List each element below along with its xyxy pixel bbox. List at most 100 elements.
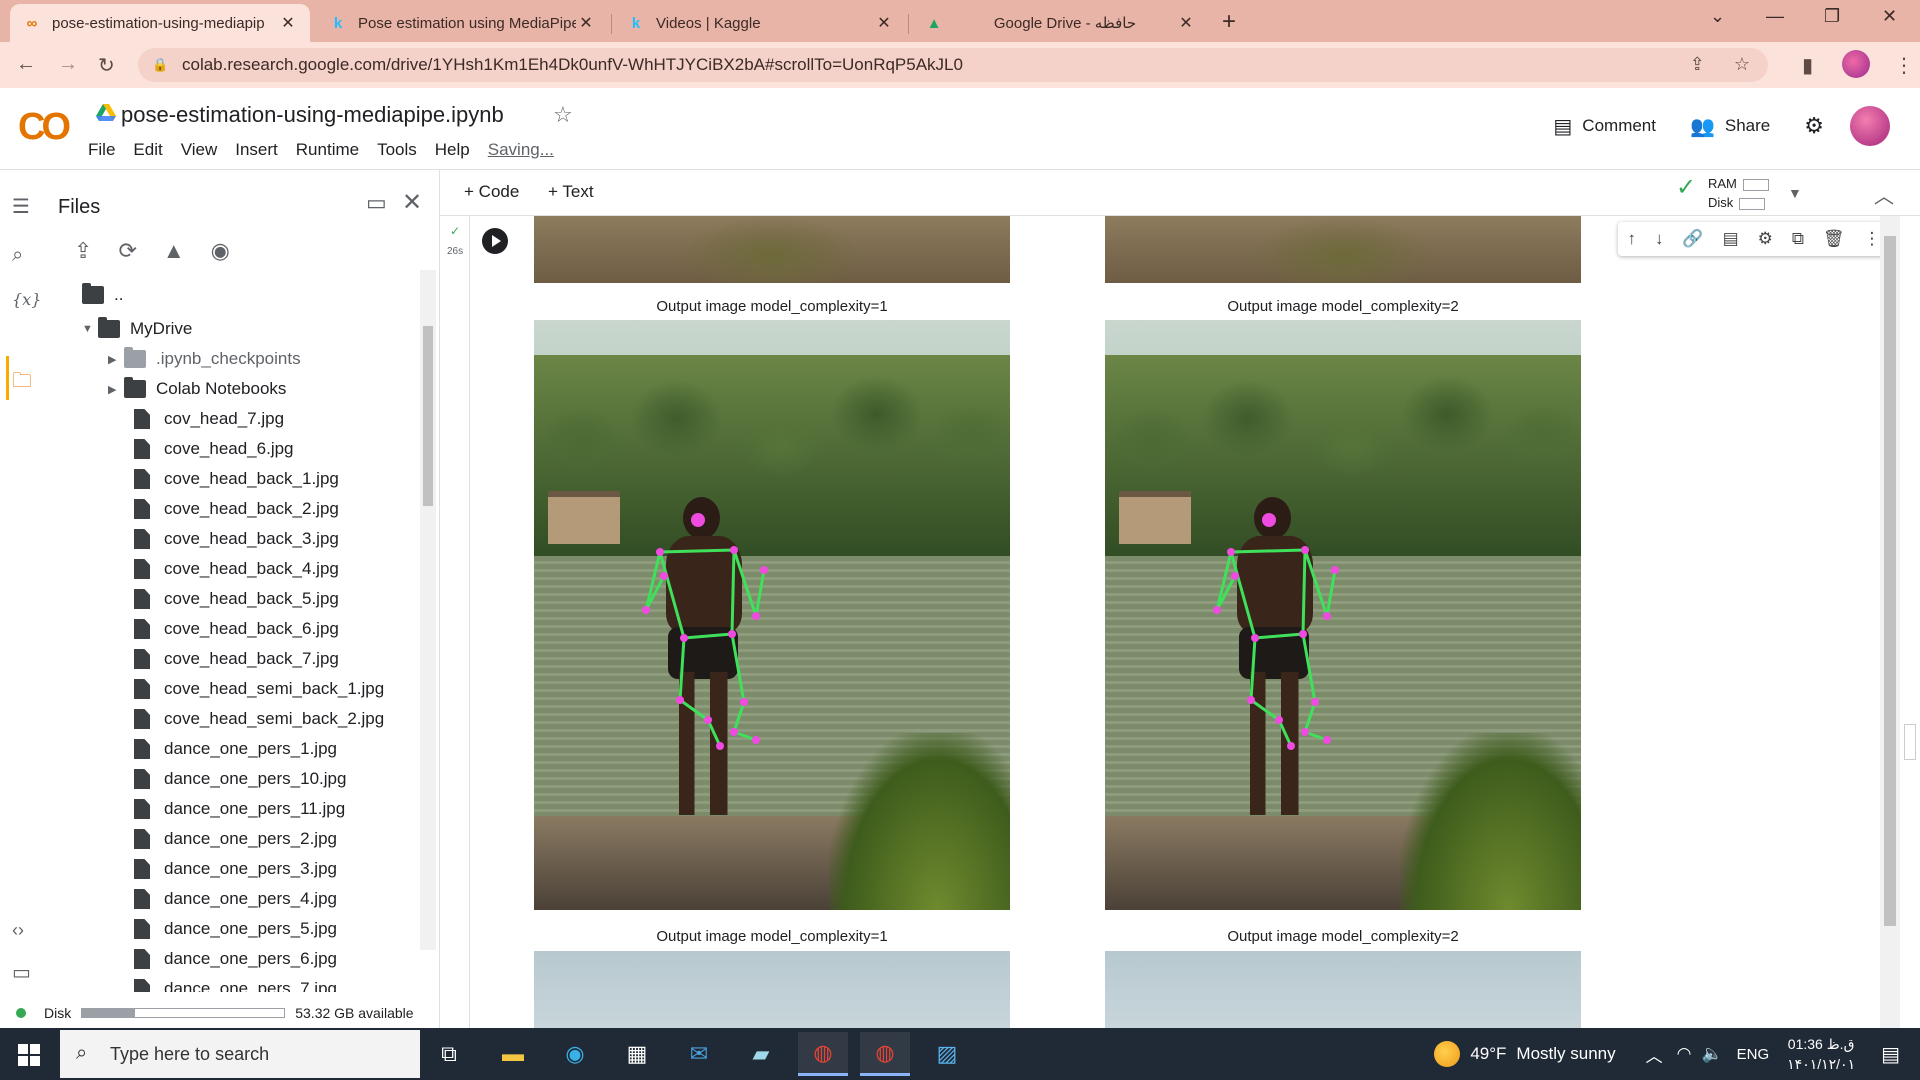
search-icon[interactable]: ⌕ [12, 244, 23, 267]
chrome-icon[interactable]: ◍ [798, 1032, 848, 1076]
tree-folder-colab-notebooks[interactable]: ▶ Colab Notebooks [108, 376, 286, 402]
comment-icon[interactable]: ▤ [1723, 229, 1739, 249]
menu-tools[interactable]: Tools [377, 140, 417, 160]
windows-start-icon[interactable] [18, 1044, 40, 1066]
tab-colab[interactable]: ∞ pose-estimation-using-mediapip ✕ [10, 4, 310, 42]
star-icon[interactable]: ☆ [553, 102, 573, 128]
bookmark-star-icon[interactable]: ☆ [1734, 54, 1750, 74]
cell-settings-gear-icon[interactable]: ⚙ [1758, 229, 1773, 249]
tree-file[interactable]: cove_head_back_3.jpg [134, 526, 339, 552]
microsoft-store-icon[interactable]: ▦ [612, 1032, 662, 1076]
chevron-right-icon[interactable]: ▶ [108, 353, 124, 366]
show-hidden-icons-chevron-icon[interactable]: ︿ [1646, 1042, 1663, 1067]
tree-file[interactable]: cove_head_back_5.jpg [134, 586, 339, 612]
tree-file[interactable]: cove_head_back_7.jpg [134, 646, 339, 672]
volume-icon[interactable]: 🔈 [1701, 1044, 1722, 1064]
new-tab-plus-icon[interactable]: + [1222, 8, 1236, 36]
share-button[interactable]: 👥 Share [1690, 114, 1770, 139]
task-view-icon[interactable]: ⧉ [424, 1032, 474, 1076]
taskbar-search[interactable]: ⌕ Type here to search [60, 1030, 420, 1078]
comment-button[interactable]: ▤ Comment [1553, 114, 1656, 139]
notebook-scrollbar[interactable] [1880, 216, 1900, 1028]
move-down-icon[interactable]: ↓ [1655, 229, 1664, 249]
close-icon[interactable]: ✕ [576, 13, 596, 33]
tree-parent-folder[interactable]: .. [82, 282, 123, 308]
tree-file[interactable]: dance_one_pers_5.jpg [134, 916, 337, 942]
tab-search-chevron-icon[interactable]: ⌄ [1710, 6, 1725, 27]
close-panel-icon[interactable]: ✕ [402, 188, 422, 217]
chrome-profile-icon[interactable]: ◍ [860, 1032, 910, 1076]
chevron-down-icon[interactable]: ▼ [82, 323, 98, 335]
clock[interactable]: 01:36 ق.ظ ۱۴۰۱/۱۲/۰۱ [1787, 1034, 1855, 1074]
chevron-right-icon[interactable]: ▶ [108, 383, 124, 396]
drive-icon[interactable] [96, 104, 116, 122]
weather-temp[interactable]: 49°F [1470, 1044, 1506, 1064]
add-text-button[interactable]: + Text [548, 182, 594, 202]
minimize-icon[interactable]: — [1766, 6, 1784, 27]
close-icon[interactable]: ✕ [874, 13, 894, 33]
tree-file[interactable]: cove_head_back_2.jpg [134, 496, 339, 522]
wifi-icon[interactable]: ◠ [1677, 1044, 1692, 1064]
tree-file[interactable]: dance_one_pers_6.jpg [134, 946, 337, 972]
browser-profile-avatar[interactable] [1842, 50, 1870, 78]
menu-edit[interactable]: Edit [133, 140, 162, 160]
tree-file[interactable]: cove_head_back_6.jpg [134, 616, 339, 642]
tree-file[interactable]: dance_one_pers_1.jpg [134, 736, 337, 762]
tree-folder-mydrive[interactable]: ▼ MyDrive [82, 316, 192, 342]
browser-menu-icon[interactable]: ⋮ [1894, 53, 1914, 78]
tab-kaggle-videos[interactable]: k Videos | Kaggle ✕ [614, 4, 906, 42]
refresh-folder-icon[interactable]: ⟳ [118, 238, 136, 264]
file-tree-scrollbar[interactable] [420, 270, 436, 950]
tab-google-drive[interactable]: ▲ Google Drive - حافظه ✕ [912, 4, 1208, 42]
files-folder-icon[interactable]: 🗀 [12, 366, 32, 400]
language-indicator[interactable]: ENG [1737, 1046, 1770, 1063]
run-cell-button[interactable] [482, 228, 508, 254]
saving-status[interactable]: Saving... [488, 140, 554, 160]
edge-browser-icon[interactable]: ◉ [550, 1032, 600, 1076]
tree-file[interactable]: cove_head_back_1.jpg [134, 466, 339, 492]
colab-logo[interactable]: CO [18, 106, 71, 149]
mirror-cell-icon[interactable]: ⧉ [1792, 229, 1804, 249]
outer-scroll-thumb[interactable] [1904, 724, 1916, 760]
tab-kaggle-pose[interactable]: k Pose estimation using MediaPipe ✕ [316, 4, 608, 42]
mail-icon[interactable]: ✉ [674, 1032, 724, 1076]
tree-file[interactable]: dance_one_pers_2.jpg [134, 826, 337, 852]
menu-insert[interactable]: Insert [235, 140, 278, 160]
code-snippets-icon[interactable]: ‹› [12, 920, 24, 941]
tree-file[interactable]: dance_one_pers_7.jpg [134, 976, 337, 992]
more-options-icon[interactable]: ⋮ [1863, 229, 1880, 249]
address-bar[interactable]: 🔒 colab.research.google.com/drive/1YHsh1… [138, 48, 1768, 82]
link-icon[interactable]: 🔗 [1682, 229, 1703, 249]
account-avatar[interactable] [1850, 106, 1890, 146]
mount-drive-icon[interactable]: ▲ [163, 238, 185, 264]
tree-file[interactable]: cove_head_semi_back_1.jpg [134, 676, 384, 702]
terminal-icon[interactable]: ▭ [12, 960, 31, 985]
move-up-icon[interactable]: ↑ [1627, 229, 1636, 249]
tree-file[interactable]: cov_head_7.jpg [134, 406, 284, 432]
tree-file[interactable]: dance_one_pers_3.jpg [134, 856, 337, 882]
tree-file[interactable]: dance_one_pers_11.jpg [134, 796, 345, 822]
tree-file[interactable]: dance_one_pers_4.jpg [134, 886, 337, 912]
tree-file[interactable]: dance_one_pers_10.jpg [134, 766, 346, 792]
back-arrow-icon[interactable]: ← [16, 53, 36, 76]
photos-icon[interactable]: ▨ [922, 1032, 972, 1076]
menu-file[interactable]: File [88, 140, 115, 160]
delete-trash-icon[interactable]: 🗑 [1823, 229, 1845, 249]
show-hidden-eye-icon[interactable]: ◉ [211, 238, 230, 264]
menu-view[interactable]: View [181, 140, 218, 160]
tree-file[interactable]: cove_head_6.jpg [134, 436, 294, 462]
chevron-down-icon[interactable]: ▼ [1788, 184, 1802, 203]
close-icon[interactable]: ✕ [1176, 13, 1196, 33]
upload-file-icon[interactable]: ⇪ [74, 238, 92, 264]
open-in-window-icon[interactable]: ▭ [366, 190, 387, 216]
notes-app-icon[interactable]: ▰ [736, 1032, 786, 1076]
restore-icon[interactable]: ❐ [1824, 6, 1840, 27]
menu-runtime[interactable]: Runtime [296, 140, 359, 160]
forward-arrow-icon[interactable]: → [58, 53, 78, 76]
tree-folder-checkpoints[interactable]: ▶ .ipynb_checkpoints [108, 346, 301, 372]
reload-icon[interactable]: ↻ [98, 53, 115, 78]
settings-gear-icon[interactable]: ⚙ [1804, 113, 1824, 139]
add-code-button[interactable]: + Code [464, 182, 519, 202]
weather-text[interactable]: Mostly sunny [1516, 1044, 1615, 1064]
menu-help[interactable]: Help [435, 140, 470, 160]
